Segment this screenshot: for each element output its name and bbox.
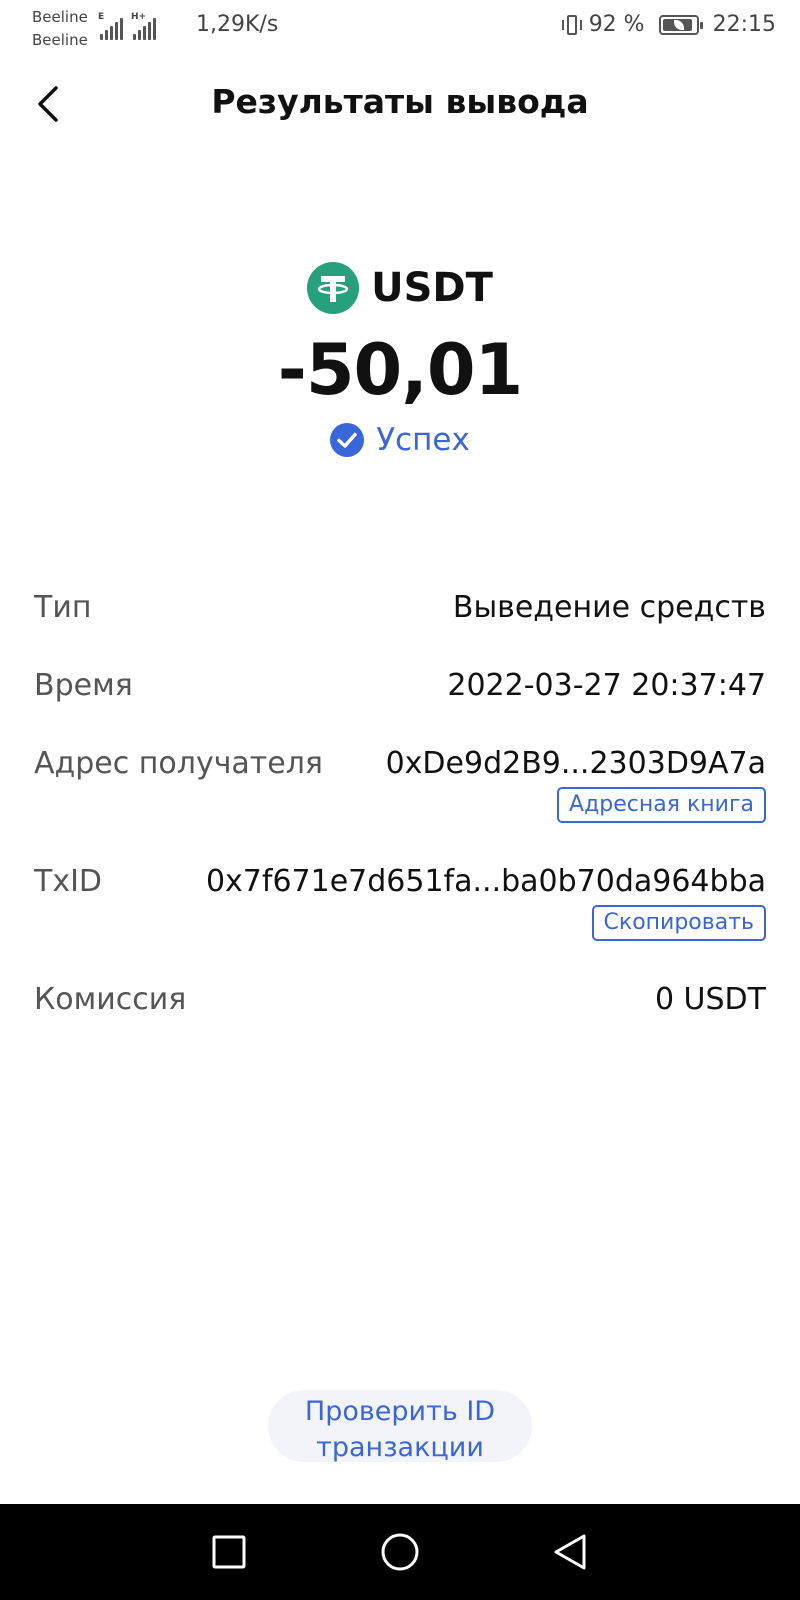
verify-transaction-button[interactable]: Проверить ID транзакции [268, 1390, 532, 1462]
battery-percent: 92 % [588, 12, 645, 37]
type-value: Выведение средств [452, 590, 766, 625]
network-type-2: H+ [131, 12, 147, 22]
home-button[interactable] [376, 1528, 424, 1576]
network-type-1: E [98, 12, 105, 22]
fee-value: 0 USDT [654, 982, 766, 1017]
fee-label: Комиссия [34, 982, 187, 1017]
withdrawal-summary: USDT -50,01 Успех [0, 258, 800, 458]
txid-value-wrap: 0x7f671e7d651fa...ba0b70da964bba Скопиро… [206, 864, 766, 941]
carrier-1: Beeline [32, 8, 88, 26]
battery-icon [658, 14, 703, 35]
page-title: Результаты вывода [211, 82, 589, 121]
header: Результаты вывода [0, 72, 800, 136]
square-icon [212, 1535, 246, 1569]
triangle-back-icon [554, 1534, 586, 1570]
signal-icons: E H+ [98, 12, 156, 40]
detail-row-fee: Комиссия 0 USDT [34, 982, 766, 1042]
withdrawal-amount: -50,01 [277, 329, 523, 411]
copy-txid-button[interactable]: Скопировать [591, 905, 766, 941]
status-right: 92 % 22:15 [561, 12, 776, 37]
detail-row-txid: TxID 0x7f671e7d651fa...ba0b70da964bba Ск… [34, 864, 766, 982]
status-bar: Beeline Beeline E H+ 1,29K/s 92 % 22:15 [0, 0, 800, 56]
signal-2-icon: H+ [131, 12, 156, 40]
circle-icon [381, 1533, 419, 1571]
txid-value: 0x7f671e7d651fa...ba0b70da964bba [205, 864, 766, 899]
carrier-2: Beeline [32, 31, 88, 49]
recent-apps-button[interactable] [205, 1528, 253, 1576]
vibrate-icon [561, 14, 583, 36]
status-row: Успех [0, 422, 800, 458]
asset-name: USDT [371, 265, 493, 311]
detail-row-type: Тип Выведение средств [34, 590, 766, 668]
signal-1-icon: E [98, 12, 123, 40]
detail-row-address: Адрес получателя 0xDe9d2B9...2303D9A7a А… [34, 746, 766, 864]
address-value: 0xDe9d2B9...2303D9A7a [385, 746, 766, 781]
time-label: Время [34, 668, 133, 703]
address-label: Адрес получателя [34, 746, 323, 781]
network-speed: 1,29K/s [196, 12, 279, 37]
txid-label: TxID [34, 864, 103, 899]
detail-row-time: Время 2022-03-27 20:37:47 [34, 668, 766, 746]
nav-back-button[interactable] [546, 1528, 594, 1576]
navigation-bar [0, 1504, 800, 1600]
address-value-wrap: 0xDe9d2B9...2303D9A7a Адресная книга [386, 746, 766, 823]
time-value: 2022-03-27 20:37:47 [447, 668, 766, 703]
address-book-button[interactable]: Адресная книга [557, 787, 766, 823]
check-circle-icon [330, 423, 365, 457]
clock: 22:15 [712, 12, 776, 37]
type-label: Тип [34, 590, 92, 625]
tether-icon [307, 262, 360, 314]
carrier-names: Beeline Beeline [32, 6, 88, 52]
verify-transaction-label: Проверить ID транзакции [304, 1396, 496, 1462]
withdrawal-result-screen: Beeline Beeline E H+ 1,29K/s 92 % 22:15 … [0, 0, 800, 1600]
details-list: Тип Выведение средств Время 2022-03-27 2… [34, 590, 766, 1042]
asset-row: USDT [0, 258, 800, 318]
status-text: Успех [376, 422, 470, 458]
